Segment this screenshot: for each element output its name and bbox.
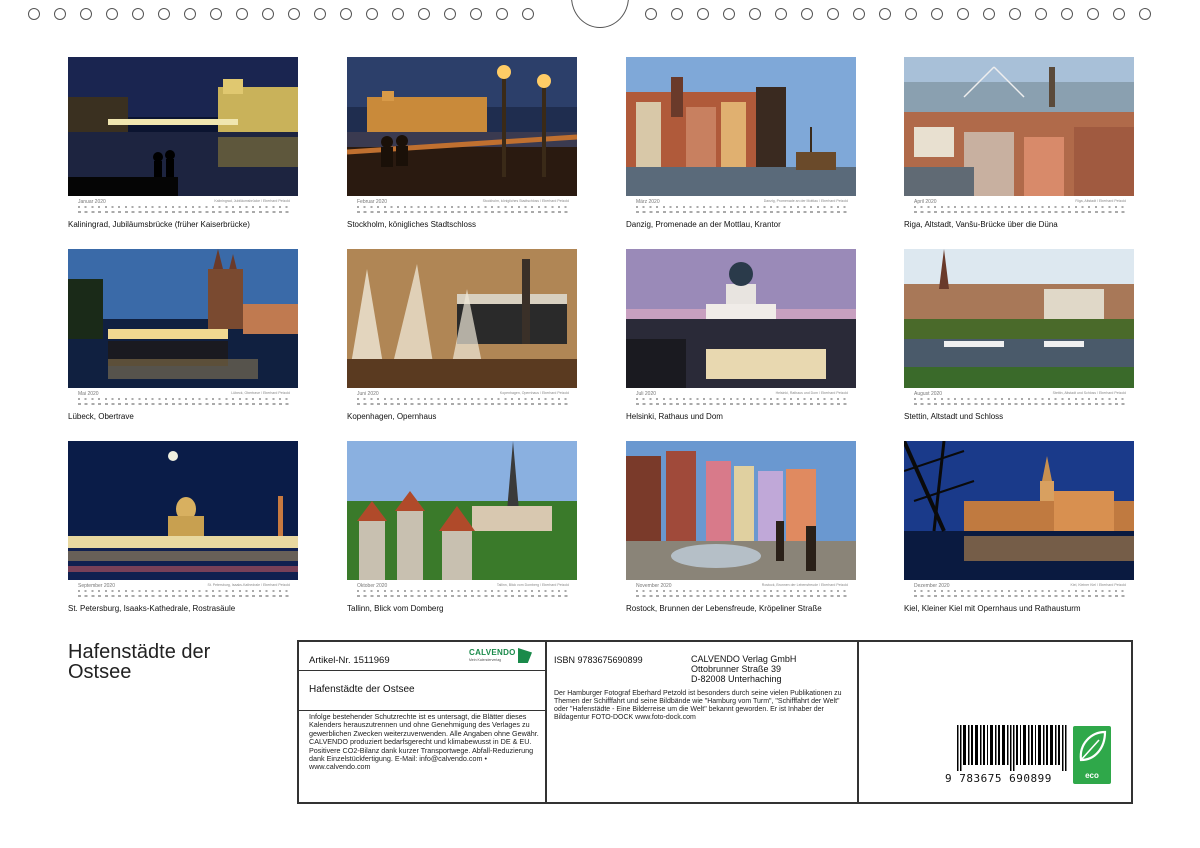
subtitle-row: Hafenstädte der Ostsee	[299, 672, 545, 711]
photo-stettin	[904, 249, 1134, 388]
day-grid	[78, 396, 290, 408]
calendar-hanger	[571, 0, 629, 28]
publisher-line: Ottobrunner Straße 39	[691, 664, 782, 674]
info-column-right: 9 783675 690899 eco	[857, 642, 1131, 802]
eco-label: eco	[1085, 771, 1099, 780]
article-number: Artikel-Nr. 1511969	[309, 655, 390, 666]
photo-caption: Stockholm, königliches Stadtschloss	[347, 220, 476, 229]
photo-caption: Lübeck, Obertrave	[68, 412, 134, 421]
isbn: ISBN 9783675690899	[554, 655, 643, 665]
day-grid	[636, 204, 848, 216]
day-grid	[636, 588, 848, 600]
calendar-title: Hafenstädte der Ostsee	[68, 642, 210, 682]
title-line-2: Ostsee	[68, 661, 132, 683]
mini-calendar: Juli 2020 Helsinki, Rathaus und Dom / Eb…	[626, 390, 856, 408]
photo-caption: St. Petersburg, Isaaks-Kathedrale, Rostr…	[68, 604, 236, 613]
mini-calendar: November 2020 Rostock, Brunnen der Leben…	[626, 582, 856, 600]
photo-credit: Danzig, Promenade an der Mottlau / Eberh…	[763, 199, 848, 203]
publisher-line: CALVENDO Verlag GmbH	[691, 654, 797, 664]
day-grid	[357, 588, 569, 600]
calvendo-logo: CALVENDO Mein Kalenderverlag	[469, 648, 533, 666]
photo-credit: Kiel, Kleiner Kiel / Eberhard Petzold	[1070, 583, 1126, 587]
photo-caption: Riga, Altstadt, Vanšu-Brücke über die Dü…	[904, 220, 1058, 229]
leaf-icon	[1079, 730, 1107, 762]
photo-luebeck	[68, 249, 298, 388]
mini-calendar: Juni 2020 Kopenhagen, Opernhaus / Eberha…	[347, 390, 577, 408]
title-line-1: Hafenstädte der	[68, 641, 211, 663]
photo-kopenhagen	[347, 249, 577, 388]
photo-credit: Rostock, Brunnen der Lebensfreude / Eber…	[761, 583, 848, 587]
photo-caption: Kaliningrad, Jubiläumsbrücke (früher Kai…	[68, 220, 250, 229]
mini-calendar: Februar 2020 Stockholm, königliches Stad…	[347, 198, 577, 216]
photo-helsinki	[626, 249, 856, 388]
photo-caption: Danzig, Promenade an der Mottlau, Kranto…	[626, 220, 781, 229]
photo-caption: Kopenhagen, Opernhaus	[347, 412, 437, 421]
day-grid	[914, 204, 1126, 216]
article-row: Artikel-Nr. 1511969 CALVENDO Mein Kalend…	[299, 642, 545, 671]
logo-text: CALVENDO	[469, 648, 516, 657]
photo-rostock	[626, 441, 856, 580]
mini-calendar: Oktober 2020 Tallinn, Blick vom Domberg …	[347, 582, 577, 600]
mini-calendar: Mai 2020 Lübeck, Obertrave / Eberhard Pe…	[68, 390, 298, 408]
photo-tallinn	[347, 441, 577, 580]
binding-rings-left	[28, 8, 534, 22]
photo-credit: Stettin, Altstadt und Schloss / Eberhard…	[1052, 391, 1126, 395]
photo-caption: Kiel, Kleiner Kiel mit Opernhaus und Rat…	[904, 604, 1081, 613]
day-grid	[636, 396, 848, 408]
mini-calendar: März 2020 Danzig, Promenade an der Mottl…	[626, 198, 856, 216]
binding-rings-right	[645, 8, 1151, 22]
photographer-bio: Der Hamburger Fotograf Eberhard Petzold …	[554, 690, 842, 721]
day-grid	[78, 204, 290, 216]
photo-credit: Helsinki, Rathaus und Dom / Eberhard Pet…	[775, 391, 848, 395]
mini-calendar: Dezember 2020 Kiel, Kleiner Kiel / Eberh…	[904, 582, 1134, 600]
photo-credit: Riga, Altstadt / Eberhard Petzold	[1075, 199, 1126, 203]
photo-riga	[904, 57, 1134, 196]
eco-badge: eco	[1073, 726, 1111, 784]
photo-credit: Tallinn, Blick vom Domberg / Eberhard Pe…	[496, 583, 569, 587]
photo-credit: Kaliningrad, Jubiläumsbrücke / Eberhard …	[214, 199, 290, 203]
day-grid	[914, 588, 1126, 600]
photo-credit: Stockholm, königliches Stadtschloss / Eb…	[482, 199, 569, 203]
day-grid	[357, 396, 569, 408]
mini-calendar: September 2020 St. Petersburg, Isaaks-Ka…	[68, 582, 298, 600]
photo-caption: Rostock, Brunnen der Lebensfreude, Kröpe…	[626, 604, 822, 613]
legal-notice: Infolge bestehender Schutzrechte ist es …	[309, 712, 539, 772]
photo-kiel	[904, 441, 1134, 580]
mini-calendar: April 2020 Riga, Altstadt / Eberhard Pet…	[904, 198, 1134, 216]
logo-subtext: Mein Kalenderverlag	[469, 658, 502, 662]
day-grid	[78, 588, 290, 600]
logo-mark-icon	[518, 648, 532, 663]
photo-danzig	[626, 57, 856, 196]
barcode-number: 9 783675 690899	[945, 772, 1052, 785]
info-column-middle: ISBN 9783675690899 CALVENDO Verlag GmbH …	[545, 642, 859, 802]
publisher-address: CALVENDO Verlag GmbH Ottobrunner Straße …	[691, 654, 796, 684]
mini-calendar: Januar 2020 Kaliningrad, Jubiläumsbrücke…	[68, 198, 298, 216]
photo-credit: St. Petersburg, Isaaks-Kathedrale / Eber…	[207, 583, 291, 587]
photo-caption: Stettin, Altstadt und Schloss	[904, 412, 1004, 421]
photo-stockholm	[347, 57, 577, 196]
mini-calendar: August 2020 Stettin, Altstadt und Schlos…	[904, 390, 1134, 408]
product-info-box: Artikel-Nr. 1511969 CALVENDO Mein Kalend…	[297, 640, 1133, 804]
photo-st-petersburg	[68, 441, 298, 580]
product-subtitle: Hafenstädte der Ostsee	[309, 684, 415, 695]
barcode-icon	[957, 725, 1067, 771]
photo-credit: Kopenhagen, Opernhaus / Eberhard Petzold	[499, 391, 569, 395]
day-grid	[914, 396, 1126, 408]
photo-caption: Helsinki, Rathaus und Dom	[626, 412, 723, 421]
publisher-line: D-82008 Unterhaching	[691, 674, 782, 684]
photo-credit: Lübeck, Obertrave / Eberhard Petzold	[231, 391, 290, 395]
photo-kaliningrad	[68, 57, 298, 196]
photo-caption: Tallinn, Blick vom Domberg	[347, 604, 444, 613]
day-grid	[357, 204, 569, 216]
info-column-left: Artikel-Nr. 1511969 CALVENDO Mein Kalend…	[299, 642, 547, 802]
